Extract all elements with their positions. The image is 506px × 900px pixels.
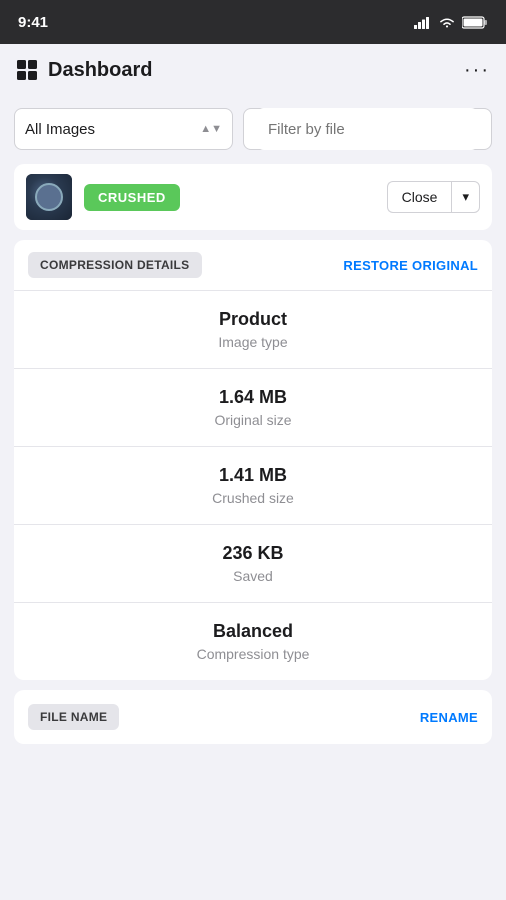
crushed-badge: CRUSHED	[84, 184, 180, 211]
header-title: Dashboard	[48, 59, 152, 82]
crushed-size-label: Crushed size	[28, 490, 478, 506]
file-filter-input-wrapper[interactable]	[243, 108, 492, 150]
signal-icon	[414, 16, 432, 29]
saved-label: Saved	[28, 568, 478, 584]
detail-row-saved: 236 KB Saved	[14, 525, 492, 603]
saved-value: 236 KB	[28, 543, 478, 564]
image-row-actions: Close ▾	[387, 181, 480, 213]
detail-row-original-size: 1.64 MB Original size	[14, 369, 492, 447]
detail-row-crushed-size: 1.41 MB Crushed size	[14, 447, 492, 525]
image-thumbnail	[26, 174, 72, 220]
compression-type-label: Compression type	[28, 646, 478, 662]
detail-row-image-type: Product Image type	[14, 291, 492, 369]
rename-button[interactable]: RENAME	[420, 710, 478, 725]
image-filter-select[interactable]: All Images Crushed Pending	[25, 121, 194, 138]
app-header: Dashboard ···	[0, 44, 506, 96]
detail-row-compression-type: Balanced Compression type	[14, 603, 492, 680]
battery-icon	[462, 16, 488, 29]
select-arrow-icon: ▲▼	[200, 123, 222, 135]
image-type-label: Image type	[28, 334, 478, 350]
grid-icon	[16, 59, 38, 81]
image-type-value: Product	[28, 309, 478, 330]
thumbnail-face-detail	[35, 183, 63, 211]
tab-restore-original[interactable]: RESTORE ORIGINAL	[343, 258, 478, 273]
wifi-icon	[438, 16, 456, 29]
status-bar: 9:41	[0, 0, 506, 44]
original-size-value: 1.64 MB	[28, 387, 478, 408]
filter-row: All Images Crushed Pending ▲▼	[14, 108, 492, 150]
compression-details-card: COMPRESSION DETAILS RESTORE ORIGINAL Pro…	[14, 240, 492, 680]
compression-type-value: Balanced	[28, 621, 478, 642]
details-tab-row: COMPRESSION DETAILS RESTORE ORIGINAL	[14, 240, 492, 291]
image-filter-select-wrapper[interactable]: All Images Crushed Pending ▲▼	[14, 108, 233, 150]
original-size-label: Original size	[28, 412, 478, 428]
crushed-size-value: 1.41 MB	[28, 465, 478, 486]
status-icons	[414, 16, 488, 29]
filename-card: FILE NAME RENAME	[14, 690, 492, 744]
status-time: 9:41	[18, 14, 48, 31]
thumbnail-preview	[26, 174, 72, 220]
header-left: Dashboard	[16, 59, 152, 82]
file-filter-input[interactable]	[256, 108, 479, 150]
tab-compression-details[interactable]: COMPRESSION DETAILS	[28, 252, 202, 278]
image-item-row: CRUSHED Close ▾	[14, 164, 492, 230]
dropdown-button[interactable]: ▾	[451, 181, 480, 213]
more-options-button[interactable]: ···	[464, 59, 490, 82]
close-button[interactable]: Close	[387, 181, 452, 213]
filename-row: FILE NAME RENAME	[14, 690, 492, 744]
tab-file-name[interactable]: FILE NAME	[28, 704, 119, 730]
main-content: All Images Crushed Pending ▲▼ CRUSHED Cl…	[0, 96, 506, 756]
